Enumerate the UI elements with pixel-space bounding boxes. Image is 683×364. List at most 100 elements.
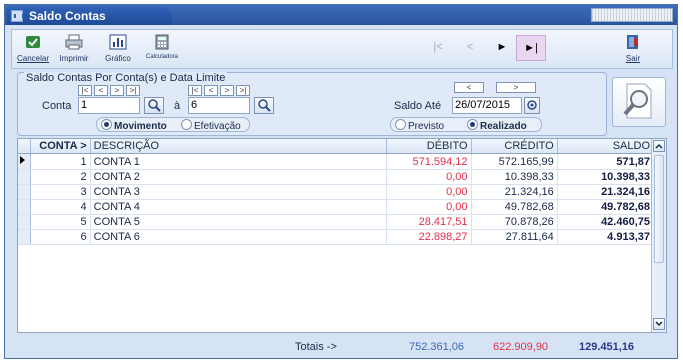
scroll-up-button[interactable] bbox=[653, 140, 665, 152]
previsto-radio[interactable]: Previsto bbox=[395, 119, 444, 132]
nav-next-button[interactable]: ► bbox=[494, 39, 510, 55]
conta-to-input[interactable]: 6 bbox=[188, 97, 250, 114]
cell-descricao: CONTA 6 bbox=[90, 229, 388, 245]
realizado-radio[interactable]: Realizado bbox=[467, 119, 527, 132]
to-nav-next[interactable]: > bbox=[220, 85, 234, 96]
cell-conta: 3 bbox=[30, 184, 91, 200]
magnifier-icon bbox=[623, 83, 652, 119]
conta-to-search-button[interactable] bbox=[254, 97, 274, 114]
status-radio-group: Previsto Realizado bbox=[390, 117, 542, 132]
col-header-debito[interactable]: DÉBITO bbox=[386, 139, 472, 154]
nav-first-button[interactable]: |< bbox=[430, 39, 446, 55]
cell-saldo: 571,87 bbox=[557, 153, 655, 170]
window-title: Saldo Contas bbox=[29, 9, 106, 23]
table-row[interactable]: 2 CONTA 2 0,00 10.398,33 10.398,33 bbox=[18, 169, 655, 185]
saldo-ate-date-input[interactable]: 26/07/2015 bbox=[452, 97, 522, 114]
cell-saldo: 21.324,16 bbox=[557, 184, 655, 200]
filter-legend: Saldo Contas Por Conta(s) e Data Limite bbox=[24, 72, 228, 84]
cell-debito: 0,00 bbox=[386, 184, 472, 200]
nav-last-button[interactable]: ►| bbox=[516, 35, 546, 61]
cell-descricao: CONTA 3 bbox=[90, 184, 388, 200]
from-nav-last[interactable]: >| bbox=[126, 85, 140, 96]
table-header-row: CONTA > DESCRIÇÃO DÉBITO CRÉDITO SALDO bbox=[18, 139, 655, 154]
conta-from-search-button[interactable] bbox=[144, 97, 164, 114]
from-nav-first[interactable]: |< bbox=[78, 85, 92, 96]
cell-credito: 572.165,99 bbox=[471, 153, 558, 170]
table-row[interactable]: 3 CONTA 3 0,00 21.324,16 21.324,16 bbox=[18, 184, 655, 200]
printer-icon bbox=[65, 34, 83, 50]
cell-descricao: CONTA 2 bbox=[90, 169, 388, 185]
cell-credito: 21.324,16 bbox=[471, 184, 558, 200]
cell-debito: 0,00 bbox=[386, 199, 472, 215]
table-row[interactable]: 4 CONTA 4 0,00 49.782,68 49.782,68 bbox=[18, 199, 655, 215]
indicator-header bbox=[18, 139, 31, 154]
col-header-credito[interactable]: CRÉDITO bbox=[471, 139, 558, 154]
to-nav-first[interactable]: |< bbox=[188, 85, 202, 96]
row-indicator bbox=[18, 184, 31, 200]
print-button[interactable]: Imprimir bbox=[54, 34, 94, 63]
to-nav-prev[interactable]: < bbox=[204, 85, 218, 96]
row-indicator bbox=[18, 199, 31, 215]
cell-conta: 2 bbox=[30, 169, 91, 185]
cell-credito: 49.782,68 bbox=[471, 199, 558, 215]
cell-descricao: CONTA 4 bbox=[90, 199, 388, 215]
total-credito: 752.361,06 bbox=[409, 341, 465, 353]
cell-saldo: 49.782,68 bbox=[557, 199, 655, 215]
cell-saldo: 10.398,33 bbox=[557, 169, 655, 185]
from-nav-next[interactable]: > bbox=[110, 85, 124, 96]
cell-conta: 1 bbox=[30, 153, 91, 170]
cell-saldo: 42.460,75 bbox=[557, 214, 655, 230]
table-row[interactable]: 6 CONTA 6 22.898,27 27.811,64 4.913,37 bbox=[18, 229, 655, 245]
title-grip[interactable] bbox=[591, 8, 673, 22]
cancel-button[interactable]: Cancelar bbox=[14, 34, 52, 63]
cancel-icon bbox=[26, 36, 40, 48]
vertical-scrollbar[interactable] bbox=[651, 139, 666, 332]
calculator-button[interactable]: Calculadora bbox=[140, 34, 184, 60]
total-debito: 622.909,90 bbox=[493, 341, 549, 353]
cell-conta: 6 bbox=[30, 229, 91, 245]
chevron-down-icon bbox=[655, 321, 663, 327]
window-icon bbox=[11, 10, 24, 22]
current-row-arrow-icon bbox=[20, 156, 25, 164]
total-saldo: 129.451,16 bbox=[579, 341, 635, 353]
date-picker-button[interactable] bbox=[524, 97, 540, 114]
to-nav-last[interactable]: >| bbox=[236, 85, 250, 96]
totals-label: Totais -> bbox=[295, 341, 337, 353]
saldo-contas-window: Saldo Contas Cancelar Imprimir Gráfico C… bbox=[4, 4, 678, 359]
cell-debito: 28.417,51 bbox=[386, 214, 472, 230]
cell-descricao: CONTA 1 bbox=[90, 153, 388, 170]
bar-chart-icon bbox=[109, 34, 127, 50]
scroll-thumb[interactable] bbox=[654, 155, 664, 263]
accounts-table: CONTA > DESCRIÇÃO DÉBITO CRÉDITO SALDO 1… bbox=[18, 139, 655, 245]
cell-debito: 0,00 bbox=[386, 169, 472, 185]
exit-button[interactable]: Sair bbox=[618, 34, 648, 63]
chevron-up-icon bbox=[655, 143, 663, 149]
date-next-button[interactable]: > bbox=[496, 82, 536, 93]
movimento-radio[interactable]: Movimento bbox=[101, 119, 167, 132]
cell-descricao: CONTA 5 bbox=[90, 214, 388, 230]
date-prev-button[interactable]: < bbox=[454, 82, 484, 93]
nav-prev-button[interactable]: < bbox=[462, 39, 478, 55]
from-nav-prev[interactable]: < bbox=[94, 85, 108, 96]
col-header-saldo[interactable]: SALDO bbox=[557, 139, 655, 154]
calendar-dropdown-icon bbox=[527, 100, 537, 110]
search-execute-button[interactable] bbox=[612, 77, 666, 127]
cell-saldo: 4.913,37 bbox=[557, 229, 655, 245]
row-indicator bbox=[18, 229, 31, 245]
scroll-down-button[interactable] bbox=[653, 318, 665, 330]
table-row[interactable]: 1 CONTA 1 571.594,12 572.165,99 571,87 bbox=[18, 153, 655, 170]
col-header-descricao[interactable]: DESCRIÇÃO bbox=[90, 139, 388, 154]
col-header-conta[interactable]: CONTA > bbox=[30, 139, 91, 154]
cell-conta: 5 bbox=[30, 214, 91, 230]
row-indicator bbox=[18, 153, 31, 170]
conta-from-input[interactable]: 1 bbox=[78, 97, 140, 114]
cell-debito: 571.594,12 bbox=[386, 153, 472, 170]
chart-button[interactable]: Gráfico bbox=[100, 34, 136, 63]
totals-bar: Totais -> 752.361,06 622.909,90 129.451,… bbox=[17, 335, 667, 357]
efetivacao-radio[interactable]: Efetivação bbox=[181, 119, 241, 132]
calculator-icon bbox=[155, 34, 169, 50]
tipo-radio-group: Movimento Efetivação bbox=[96, 117, 250, 132]
title-bar: Saldo Contas bbox=[5, 5, 677, 25]
cell-debito: 22.898,27 bbox=[386, 229, 472, 245]
table-row[interactable]: 5 CONTA 5 28.417,51 70.878,26 42.460,75 bbox=[18, 214, 655, 230]
